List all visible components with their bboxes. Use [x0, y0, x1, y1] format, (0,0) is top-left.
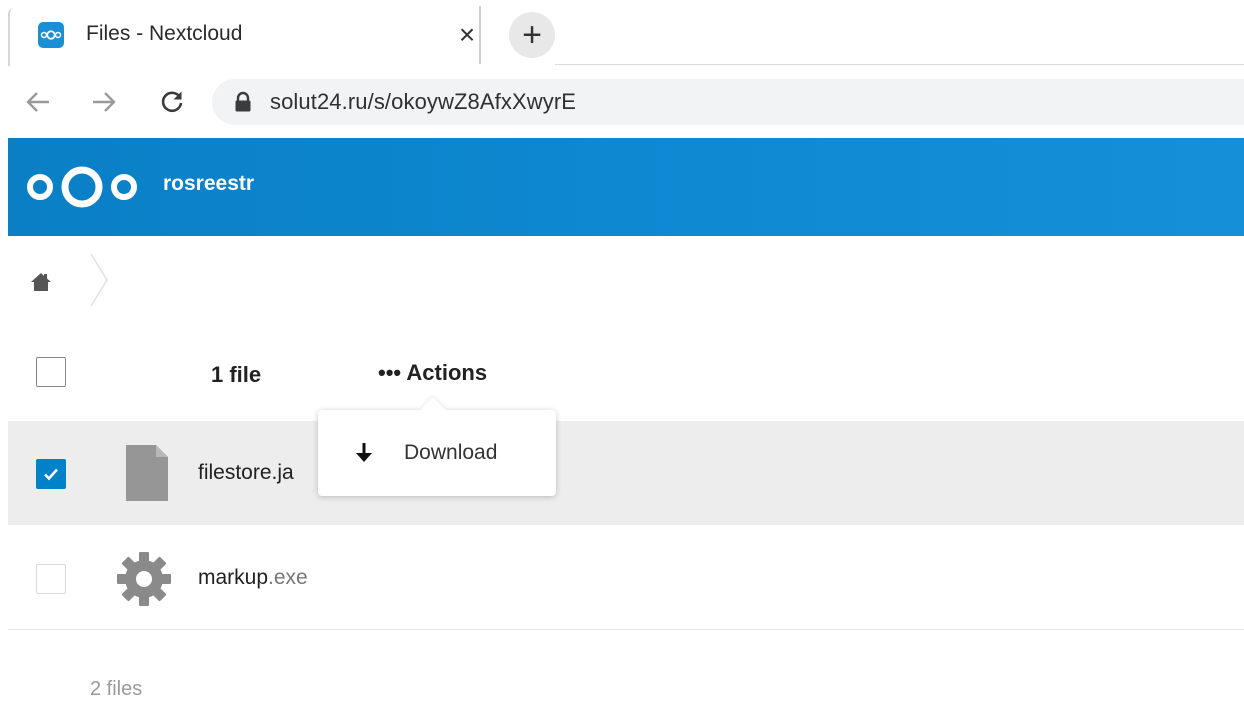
file-basename: filestore.ja — [198, 461, 294, 484]
selected-count: 1 file — [211, 362, 262, 387]
tab-title: Files - Nextcloud — [86, 22, 243, 45]
nextcloud-logo-icon[interactable] — [24, 162, 140, 212]
row-checkbox[interactable] — [36, 459, 66, 489]
url-text: solut24.ru/s/okoywZ8AfxXwyrE — [270, 89, 577, 114]
file-row[interactable]: filestore.ja — [8, 421, 1244, 525]
app-name[interactable]: rosreestr — [163, 172, 254, 196]
file-basename: markup — [198, 566, 269, 589]
file-icon — [126, 445, 168, 501]
file-summary: 2 files — [90, 678, 143, 700]
select-all-checkbox[interactable] — [36, 357, 66, 387]
reload-icon[interactable] — [154, 84, 190, 120]
address-bar[interactable]: solut24.ru/s/okoywZ8AfxXwyrE — [212, 79, 1244, 125]
breadcrumb-separator-icon — [90, 253, 108, 307]
download-icon — [356, 443, 372, 462]
row-checkbox[interactable] — [36, 564, 66, 594]
forward-arrow-icon[interactable] — [86, 84, 122, 120]
back-arrow-icon[interactable] — [20, 84, 56, 120]
file-name[interactable]: markup.exe — [198, 566, 308, 590]
home-icon[interactable] — [30, 272, 52, 292]
browser-toolbar: solut24.ru/s/okoywZ8AfxXwyrE — [0, 70, 1244, 138]
divider — [555, 64, 1244, 65]
file-name[interactable]: filestore.ja — [198, 461, 294, 485]
new-tab-button[interactable]: + — [509, 12, 555, 58]
app-header: rosreestr — [8, 138, 1244, 236]
download-menu-item[interactable]: Download — [318, 410, 556, 496]
actions-popover: Download — [318, 397, 556, 496]
gear-icon — [117, 552, 171, 606]
file-list-header: 1 file ••• Actions — [8, 336, 1244, 416]
file-extension: .exe — [268, 566, 308, 589]
tab-edge — [8, 8, 14, 66]
browser-tabstrip: Files - Nextcloud × + — [0, 0, 1244, 70]
close-tab-icon[interactable]: × — [453, 18, 481, 52]
browser-tab-active[interactable]: Files - Nextcloud × — [16, 6, 481, 64]
actions-button[interactable]: ••• Actions — [378, 360, 487, 386]
lock-icon — [235, 91, 251, 112]
nextcloud-favicon-icon — [38, 22, 64, 48]
file-row[interactable]: markup.exe — [8, 526, 1244, 630]
download-label: Download — [404, 441, 498, 464]
